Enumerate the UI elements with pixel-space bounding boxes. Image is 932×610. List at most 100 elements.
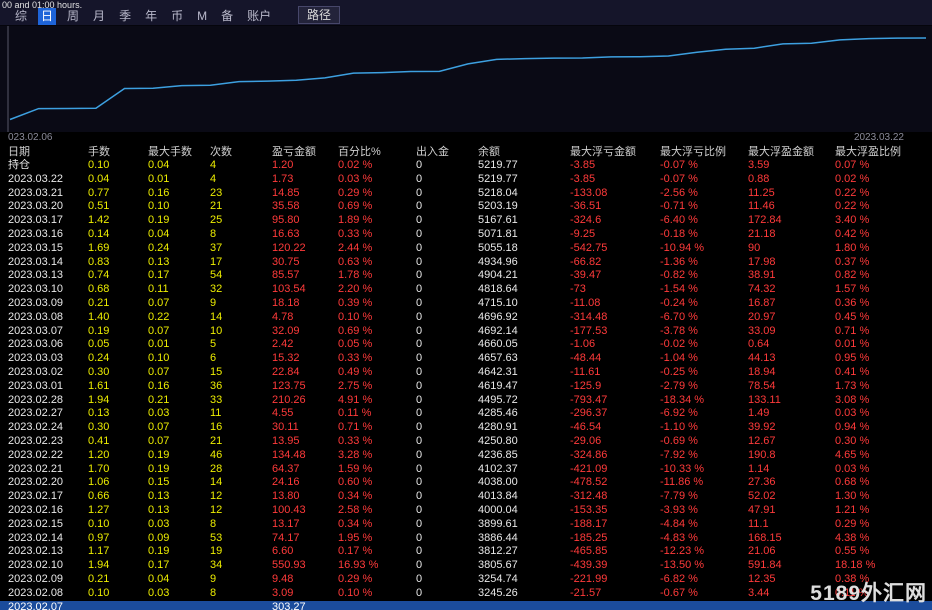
cell: -11.08 (570, 296, 601, 309)
cell: 21 (210, 434, 223, 447)
cell: -2.56 % (660, 186, 698, 199)
table-row[interactable]: 2023.02.13 1.17 0.19 19 6.60 0.17 % 0 3812.27 -4… (0, 545, 932, 559)
table-row[interactable]: 2023.03.13 0.74 0.17 54 85.57 1.78 % 0 4904.21 -… (0, 269, 932, 283)
table-row[interactable]: 2023.02.10 1.94 0.17 34 550.93 16.93 % 0 3805.6… (0, 559, 932, 573)
cell: 21.06 (748, 545, 776, 558)
cell: 4038.00 (478, 476, 518, 489)
table-row[interactable]: 2023.02.22 1.20 0.19 46 134.48 3.28 % 0 4236.85… (0, 449, 932, 463)
cell: 0.07 (148, 324, 170, 337)
nav-tab-9[interactable]: 账户 (244, 8, 274, 25)
cell: 32 (210, 283, 223, 296)
table-row[interactable]: 2023.02.20 1.06 0.15 14 24.16 0.60 % 0 4038.00 -… (0, 476, 932, 490)
table-row[interactable]: 2023.03.16 0.14 0.04 8 16.63 0.33 % 0 5071.81 -9… (0, 228, 932, 242)
cell: 0.14 (88, 227, 110, 240)
column-header[interactable]: 出入金 (416, 145, 478, 159)
column-header[interactable]: 百分比% (338, 145, 416, 159)
cell: 46 (210, 448, 223, 461)
cell: 0 (416, 421, 423, 434)
column-header[interactable]: 最大浮盈比例 (835, 145, 930, 159)
cell: -12.23 % (660, 545, 705, 558)
column-header[interactable]: 最大浮盈金额 (748, 145, 835, 159)
cell: 0.30 (88, 421, 110, 434)
nav-tab-5[interactable]: 年 (142, 8, 160, 25)
nav-tab-4[interactable]: 季 (116, 8, 134, 25)
nav-tab-7[interactable]: M (194, 8, 210, 25)
table-row[interactable]: 2023.03.09 0.21 0.07 9 18.18 0.39 % 0 4715.10 -1… (0, 297, 932, 311)
cell: 0.04 (148, 227, 170, 240)
column-header[interactable]: 最大浮亏比例 (660, 145, 748, 159)
table-row[interactable]: 2023.03.20 0.51 0.10 21 35.58 0.69 % 0 5203.19 -… (0, 200, 932, 214)
cell: 0.36 % (835, 296, 870, 309)
nav-tab-8[interactable]: 备 (218, 8, 236, 25)
cell: 4 (210, 159, 217, 171)
table-row[interactable]: 2023.03.14 0.83 0.13 17 30.75 0.63 % 0 4934.96 -… (0, 256, 932, 270)
table-row[interactable]: 2023.02.24 0.30 0.07 16 30.11 0.71 % 0 4280.91 -… (0, 421, 932, 435)
table-row[interactable]: 2023.02.17 0.66 0.13 12 13.80 0.34 % 0 4013.84 -… (0, 490, 932, 504)
cell: 0.04 (88, 172, 110, 185)
cell: 0.10 (88, 586, 110, 599)
path-button[interactable]: 路径 (298, 6, 341, 24)
cell: 2023.03.10 (8, 283, 64, 296)
cell: 33.09 (748, 324, 776, 337)
table-row[interactable]: 2023.03.06 0.05 0.01 5 2.42 0.05 % 0 4660.05 -1.… (0, 338, 932, 352)
column-header[interactable]: 手数 (88, 145, 148, 159)
table-row[interactable]: 2023.03.15 1.69 0.24 37 120.22 2.44 % 0 5055.18… (0, 242, 932, 256)
table-row[interactable]: 2023.02.14 0.97 0.09 53 74.17 1.95 % 0 3886.44 -… (0, 532, 932, 546)
table-row[interactable]: 2023.03.07 0.19 0.07 10 32.09 0.69 % 0 4692.14 -… (0, 325, 932, 339)
cell: 2023.03.21 (8, 186, 64, 199)
table-row[interactable]: 2023.02.27 0.13 0.03 11 4.55 0.11 % 0 4285.46 -2… (0, 407, 932, 421)
table-row[interactable]: 2023.02.23 0.41 0.07 21 13.95 0.33 % 0 4250.80 -… (0, 435, 932, 449)
nav-tab-0[interactable]: 综 (12, 8, 30, 25)
column-header[interactable]: 日期 (8, 145, 88, 159)
cell: 2023.03.01 (8, 379, 64, 392)
cell: -0.67 % (660, 586, 698, 599)
cell: 0.68 (88, 283, 110, 296)
cell: 303.27 (272, 600, 306, 610)
cell: 1.20 (88, 448, 110, 461)
cell: 2023.03.08 (8, 310, 64, 323)
cell: 4236.85 (478, 448, 518, 461)
cell: 4.91 % (338, 393, 373, 406)
table-row[interactable]: 2023.03.22 0.04 0.01 4 1.73 0.03 % 0 5219.77 -3.… (0, 173, 932, 187)
column-header[interactable]: 最大浮亏金额 (570, 145, 660, 159)
cell: 10 (210, 324, 223, 337)
column-header[interactable]: 最大手数 (148, 145, 210, 159)
table-row[interactable]: 2023.03.21 0.77 0.16 23 14.85 0.29 % 0 5218.04 -… (0, 187, 932, 201)
cell: -0.25 % (660, 365, 698, 378)
cell: 1.59 % (338, 462, 373, 475)
column-header[interactable]: 盈亏金额 (272, 145, 338, 159)
cell: 3899.61 (478, 517, 518, 530)
table-row[interactable]: 2023.02.07 303.27 (0, 600, 932, 610)
cell: 0.13 (148, 255, 170, 268)
table-row[interactable]: 2023.03.17 1.42 0.19 25 95.80 1.89 % 0 5167.61 -… (0, 214, 932, 228)
cell: 2023.02.13 (8, 545, 64, 558)
table-row[interactable]: 2023.03.02 0.30 0.07 15 22.84 0.49 % 0 4642.31 -… (0, 366, 932, 380)
cell: 3.28 % (338, 448, 373, 461)
table-row[interactable]: 2023.02.08 0.10 0.03 8 3.09 0.10 % 0 3245.26 -21… (0, 587, 932, 601)
cell: -6.92 % (660, 407, 698, 420)
table-row[interactable]: 2023.02.16 1.27 0.13 12 100.43 2.58 % 0 4000.04… (0, 504, 932, 518)
nav-tab-1[interactable]: 日 (38, 8, 57, 25)
table-row[interactable]: 2023.02.21 1.70 0.19 28 64.37 1.59 % 0 4102.37 -… (0, 463, 932, 477)
cell: 37 (210, 241, 223, 254)
nav-tab-6[interactable]: 币 (168, 8, 186, 25)
cell: 2.58 % (338, 503, 373, 516)
table-row[interactable]: 2023.02.15 0.10 0.03 8 13.17 0.34 % 0 3899.61 -1… (0, 518, 932, 532)
table-row[interactable]: 2023.03.08 1.40 0.22 14 4.78 0.10 % 0 4696.92 -3… (0, 311, 932, 325)
nav-tab-3[interactable]: 月 (90, 8, 108, 25)
column-header[interactable]: 次数 (210, 145, 272, 159)
nav-tab-2[interactable]: 周 (64, 8, 82, 25)
table-row[interactable]: 2023.02.28 1.94 0.21 33 210.26 4.91 % 0 4495.72… (0, 394, 932, 408)
window-title: 00 and 01:00 hours. (2, 0, 83, 10)
table-row[interactable]: 2023.02.09 0.21 0.04 9 9.48 0.29 % 0 3254.74 -22… (0, 573, 932, 587)
table-row[interactable]: 2023.03.10 0.68 0.11 32 103.54 2.20 % 0 4818.64… (0, 283, 932, 297)
column-header[interactable]: 余额 (478, 145, 570, 159)
cell: -221.99 (570, 572, 608, 585)
cell: 1.73 % (835, 379, 870, 392)
cell: 2023.03.15 (8, 241, 64, 254)
table-row[interactable]: 2023.03.01 1.61 0.16 36 123.75 2.75 % 0 4619.47… (0, 380, 932, 394)
cell: -312.48 (570, 490, 608, 503)
table-row[interactable]: 2023.03.03 0.24 0.10 6 15.32 0.33 % 0 4657.63 -4… (0, 352, 932, 366)
table-row[interactable]: 持仓 0.10 0.04 4 1.20 0.02 % 0 5219.77 -3.85 -0.07 … (0, 159, 932, 173)
cell: 4.55 (272, 407, 294, 420)
